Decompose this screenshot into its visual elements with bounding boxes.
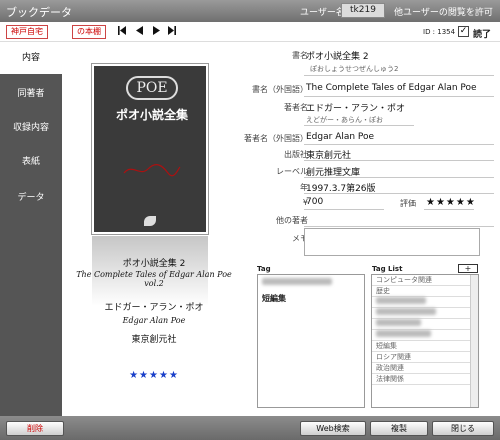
last-icon[interactable]	[168, 26, 176, 37]
author-kana-field[interactable]: えどがー・あらん・ぽお	[306, 115, 383, 125]
cover-logo: POE	[126, 76, 178, 100]
publisher-label: 出版社	[284, 150, 308, 159]
tab-contents[interactable]: 内容	[0, 42, 62, 74]
prev-icon[interactable]	[135, 26, 143, 37]
tag-row-redacted	[258, 275, 364, 291]
publisher-underline	[304, 160, 494, 161]
book-cover-image[interactable]: POE ポオ小説全集	[92, 64, 208, 234]
tag-list-item[interactable]: 法律関係	[372, 374, 478, 385]
title-field[interactable]: ポオ小説全集 2	[306, 49, 369, 62]
tab-same-author[interactable]: 同著者	[0, 78, 62, 110]
allow-other-users-button[interactable]: 他ユーザーの閲覧を許可	[394, 5, 493, 18]
title-foreign-field[interactable]: The Complete Tales of Edgar Alan Poe	[306, 83, 477, 93]
other-authors-label: 他の著者	[276, 216, 308, 225]
cover-panel: POE ポオ小説全集 ポオ小説全集 2 The Complete Tales o…	[62, 42, 246, 416]
author-underline	[304, 125, 414, 126]
rating-label: 評価	[400, 199, 416, 208]
shelf-location-button[interactable]: 神戸自宅	[6, 25, 48, 39]
title-foreign-underline	[304, 96, 494, 97]
title-bar: ブックデータ ユーザー名 tk219 他ユーザーの閲覧を許可	[0, 0, 500, 22]
signature-graphic	[123, 164, 181, 177]
title-foreign-label: 書名（外国語）	[252, 85, 308, 94]
add-tag-button[interactable]: +	[458, 264, 478, 273]
book-id: ID : 1354	[423, 28, 456, 36]
rating-underline	[424, 209, 474, 210]
copy-button[interactable]: 複製	[370, 421, 428, 436]
window-title: ブックデータ	[6, 6, 72, 19]
tag-list-item-redacted[interactable]	[372, 319, 478, 330]
bookshelf-button[interactable]: の本棚	[72, 25, 106, 39]
author-label: 著者名	[284, 103, 308, 112]
user-name-field[interactable]: tk219	[341, 3, 385, 18]
close-button[interactable]: 閉じる	[432, 421, 494, 436]
next-icon[interactable]	[152, 26, 160, 37]
delete-button[interactable]: 削除	[6, 421, 64, 436]
year-underline	[304, 193, 494, 194]
tab-cover[interactable]: 表紙	[0, 146, 62, 178]
tag-list-item-redacted[interactable]	[372, 308, 478, 319]
toolbar: 神戸自宅 の本棚 ID : 1354 ✓ 読了	[0, 22, 500, 42]
footer-bar: 削除 Web検索 複製 閉じる	[0, 416, 500, 440]
memo-field[interactable]	[304, 228, 480, 256]
title-underline	[304, 75, 494, 76]
cover-title: ポオ小説全集	[115, 108, 188, 122]
tag-list-scrollbar[interactable]	[470, 275, 478, 407]
author-foreign-label: 著者名（外国語）	[244, 134, 308, 143]
tag-list-box[interactable]: コンピュータ関連 歴史 短編集 ロシア関連 政治関連 法律関係	[371, 274, 479, 408]
label-label: レーベル	[276, 167, 308, 176]
title-kana-field[interactable]: ぽおしょうせつぜんしゅう2	[310, 64, 398, 74]
cover-info-title: ポオ小説全集 2	[122, 259, 186, 269]
cover-info-publisher: 東京創元社	[131, 335, 177, 345]
tag-label: Tag	[257, 265, 271, 273]
user-name-label: ユーザー名	[300, 8, 345, 18]
sidebar: 内容 同著者 収録内容 表紙 データ	[0, 42, 62, 416]
tag-list-label: Tag List	[372, 265, 403, 273]
tab-included-works[interactable]: 収録内容	[0, 112, 62, 144]
cover-rating-stars: ★★★★★	[129, 370, 179, 381]
tab-data[interactable]: データ	[0, 182, 62, 214]
tag-list-item[interactable]: 歴史	[372, 286, 478, 297]
author-field[interactable]: エドガー・アラン・ポオ	[306, 101, 405, 114]
read-checkbox[interactable]: ✓	[458, 26, 469, 37]
rating-stars[interactable]: ★★★★★	[426, 197, 476, 208]
author-foreign-underline	[304, 144, 494, 145]
author-foreign-field[interactable]: Edgar Alan Poe	[306, 132, 374, 142]
price-field[interactable]: 700	[306, 197, 323, 207]
publisher-logo-icon	[144, 216, 156, 226]
current-tags-box[interactable]: 短編集	[257, 274, 365, 408]
price-underline	[304, 209, 384, 210]
label-underline	[304, 177, 494, 178]
other-authors-underline	[304, 226, 494, 227]
web-search-button[interactable]: Web検索	[300, 421, 366, 436]
tag-list-item-redacted[interactable]	[372, 297, 478, 308]
tag-list-item[interactable]: ロシア関連	[372, 352, 478, 363]
cover-info-author-en: Edgar Alan Poe	[122, 316, 186, 325]
first-icon[interactable]	[118, 26, 126, 37]
tag-list-item[interactable]: コンピュータ関連	[372, 275, 478, 286]
book-details-form: 書名 ポオ小説全集 2 ぽおしょうせつぜんしゅう2 書名（外国語） The Co…	[244, 42, 500, 416]
cover-info-author: エドガー・アラン・ポオ	[104, 303, 204, 313]
tag-list-item-redacted[interactable]	[372, 330, 478, 341]
tag-list-item[interactable]: 政治関連	[372, 363, 478, 374]
read-label: 読了	[473, 30, 492, 40]
cover-info-en-title: The Complete Tales of Edgar Alan Poe vol…	[76, 270, 232, 288]
tag-list-item[interactable]: 短編集	[372, 341, 478, 352]
tag-item[interactable]: 短編集	[258, 291, 364, 306]
